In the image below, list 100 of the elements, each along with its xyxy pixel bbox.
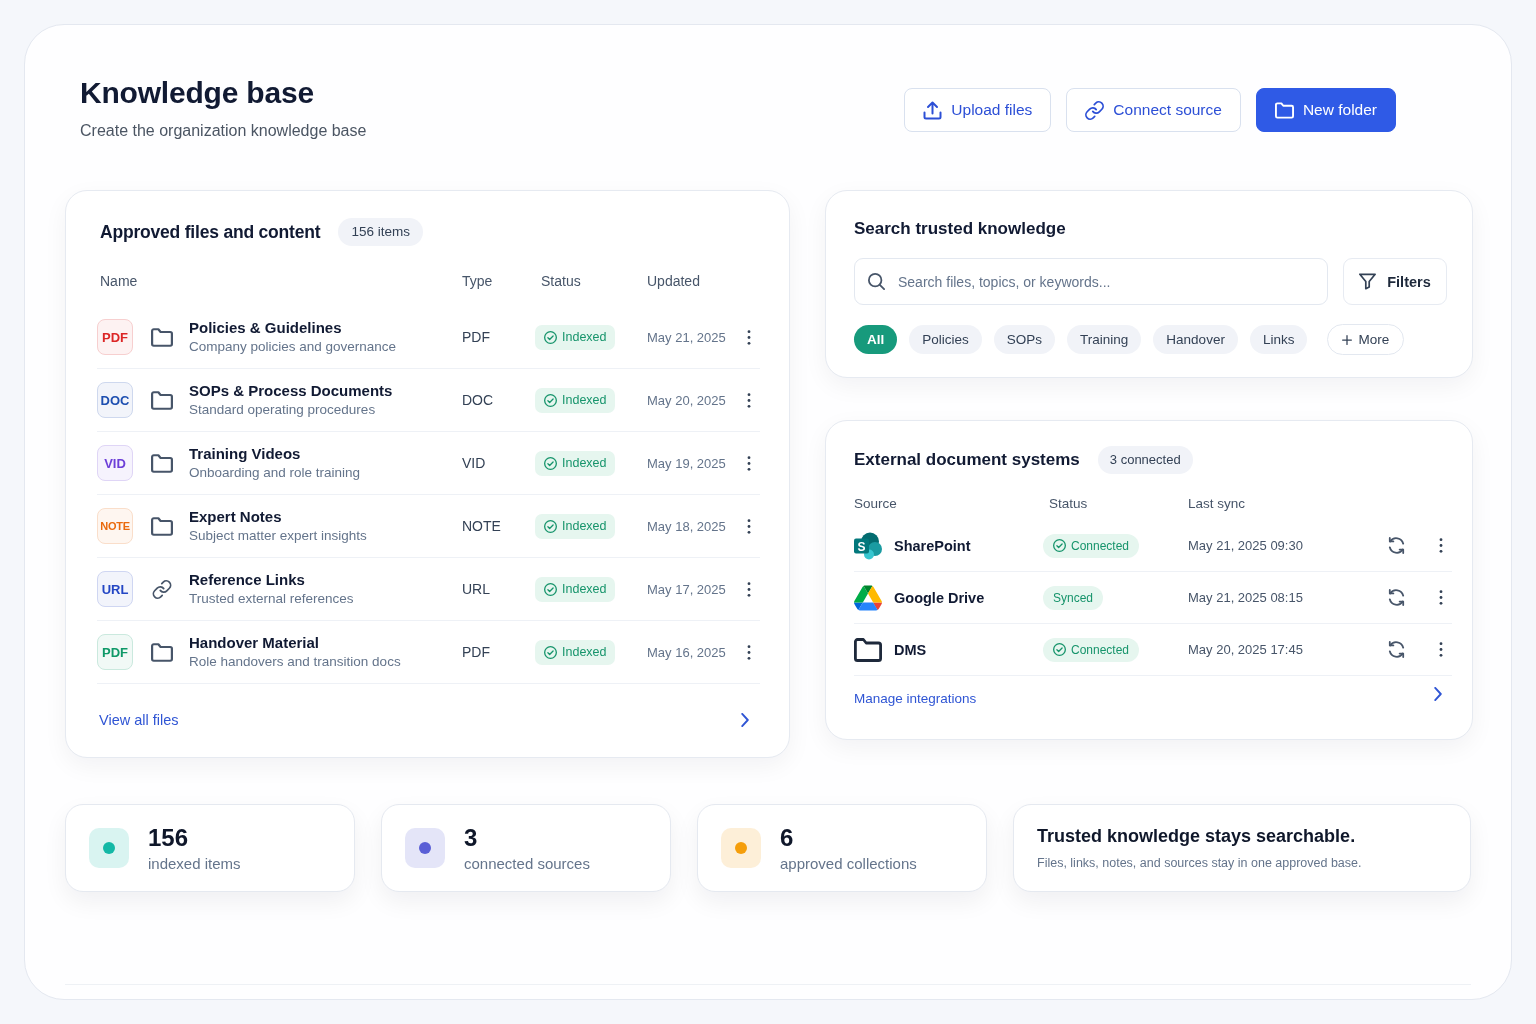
column-header: Status [540,273,582,289]
status-label: Synced [1053,590,1094,605]
status-label: Indexed [562,645,607,659]
filter-chip[interactable]: Policies [909,325,982,354]
filter-chip[interactable]: All [854,325,898,354]
note-title: Trusted knowledge stays searchable. [1037,825,1357,847]
file-name: Reference Links [189,570,306,589]
more-options-icon[interactable] [747,329,751,345]
more-options-icon[interactable] [1439,590,1443,605]
check-circle-icon [544,582,557,596]
updated-date: May 17, 2025 [647,581,727,597]
chevron-right-icon[interactable] [1434,687,1442,701]
folder-icon [151,390,173,410]
file-name: Expert Notes [189,507,283,526]
file-name: Policies & Guidelines [189,318,343,337]
page-subtitle: Create the organization knowledge base [80,121,367,141]
upload-button[interactable]: Upload files [904,88,1052,132]
file-type-tag: DOC [97,382,133,418]
note-text: Files, links, notes, and sources stay in one approved base. [1037,855,1363,871]
search-icon [868,273,885,290]
stat-value: 3 [464,823,479,852]
folder-icon [151,327,173,347]
refresh-icon[interactable] [1387,641,1405,658]
more-options-icon[interactable] [1439,642,1443,657]
file-description: Subject matter expert insights [189,526,368,545]
stat-value: 6 [780,823,795,852]
status-label: Indexed [562,330,607,344]
status-label: Connected [1071,538,1130,553]
last-sync-time: May 21, 2025 09:30 [1188,538,1304,553]
check-circle-icon [1053,539,1066,552]
source-name: SharePoint [894,537,972,554]
filter-chip[interactable]: Handover [1153,325,1238,354]
filter-icon [1359,273,1377,290]
file-name: SOPs & Process Documents [189,381,394,400]
file-type: DOC [462,392,495,408]
column-header: Status [1048,495,1089,511]
connect-source-button[interactable]: Connect source [1066,88,1241,132]
filters-button[interactable]: Filters [1343,258,1447,305]
upload-icon [923,100,943,120]
refresh-icon[interactable] [1387,537,1405,554]
manage-integrations-link[interactable]: Manage integrations [854,690,977,706]
file-type: PDF [462,644,491,660]
check-circle-icon [544,330,557,344]
more-options-icon[interactable] [747,392,751,408]
more-filters-button[interactable]: More [1327,324,1405,355]
plus-icon [1342,334,1353,345]
updated-date: May 16, 2025 [647,644,727,660]
more-options-icon[interactable] [1439,538,1443,553]
file-type: VID [462,455,487,471]
updated-date: May 19, 2025 [647,455,727,471]
filter-chip[interactable]: SOPs [993,325,1056,354]
file-type-tag: PDF [97,634,133,670]
stat-value: 156 [148,823,190,852]
item-count-pill: 156 items [338,218,423,246]
updated-date: May 21, 2025 [647,329,727,345]
last-sync-time: May 20, 2025 17:45 [1188,642,1304,657]
filter-chip[interactable]: Links [1249,325,1308,354]
file-type-tag: URL [97,571,133,607]
check-circle-icon [544,519,557,533]
last-sync-time: May 21, 2025 08:15 [1188,590,1304,605]
more-options-icon[interactable] [747,455,751,471]
link-icon [151,579,173,599]
status-label: Indexed [562,582,607,596]
folder-icon [151,453,173,473]
check-circle-icon [544,393,557,407]
new-folder-button[interactable]: New folder [1255,88,1396,132]
column-header: Source [854,495,898,511]
link-icon [1085,100,1105,120]
stat-label: connected sources [464,854,590,873]
source-name: Google Drive [894,589,986,606]
column-header: Type [462,273,494,289]
status-label: Indexed [562,456,607,470]
search-field[interactable]: Search files, topics, or keywords... [854,258,1328,305]
column-header: Updated [647,273,701,289]
file-name: Training Videos [189,444,302,463]
filter-chip[interactable]: Training [1067,325,1142,354]
column-header: Name [99,273,139,289]
check-circle-icon [544,456,557,470]
page-title: Knowledge base [80,75,315,111]
file-type-tag: VID [97,445,133,481]
card-title: Approved files and content [100,221,321,243]
more-options-icon[interactable] [747,518,751,534]
more-options-icon[interactable] [747,644,751,660]
file-description: Standard operating procedures [189,400,377,419]
folder-icon [151,642,173,662]
updated-date: May 20, 2025 [647,392,727,408]
status-label: Connected [1071,642,1130,657]
connected-count-pill: 3 connected [1097,446,1193,474]
file-description: Trusted external references [189,589,355,608]
card-title: Search trusted knowledge [854,218,1067,240]
view-all-files-link[interactable]: View all files [97,712,179,728]
file-type: NOTE [462,518,502,534]
more-options-icon[interactable] [747,581,751,597]
chevron-right-icon[interactable] [741,713,749,727]
stat-label: approved collections [780,854,917,873]
folder-icon [1274,100,1294,120]
refresh-icon[interactable] [1387,589,1405,606]
updated-date: May 18, 2025 [647,518,727,534]
source-name: DMS [894,641,928,658]
file-type: URL [462,581,491,597]
